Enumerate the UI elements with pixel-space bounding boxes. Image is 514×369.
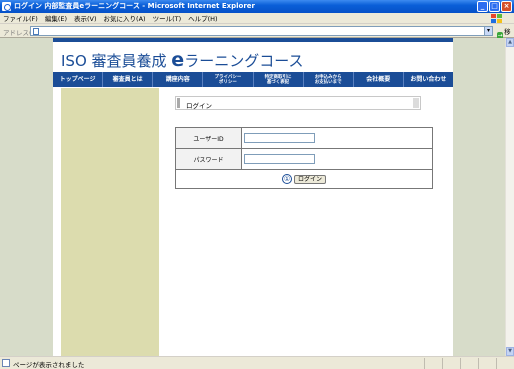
main-nav: トップページ 審査員とは 講座内容 プライバシー ポリシー 特定商取引に 基づく…	[53, 72, 453, 87]
ie-icon	[2, 2, 11, 11]
address-dropdown-icon[interactable]: ▾	[484, 26, 493, 36]
page-heading: ログイン	[186, 102, 212, 110]
nav-commercial-law[interactable]: 特定商取引に 基づく表記	[254, 72, 304, 87]
menu-help[interactable]: ヘルプ(H)	[188, 13, 217, 23]
status-text: ページが表示されました	[13, 361, 85, 369]
window-title-bar: ログイン 内部監査員eラーニングコース - Microsoft Internet…	[0, 0, 514, 13]
page-heading-box: ログイン	[175, 96, 421, 110]
maximize-button[interactable]: □	[489, 1, 500, 12]
nav-about-auditor[interactable]: 審査員とは	[103, 72, 154, 87]
minimize-button[interactable]: _	[477, 1, 488, 12]
header-strip	[53, 38, 453, 42]
browser-viewport: ISO 審査員養成 eラーニングコース トップページ 審査員とは 講座内容 プラ…	[0, 38, 514, 356]
heading-bar-left	[177, 98, 180, 108]
step-marker: ①	[282, 174, 293, 184]
site-title-e: e	[171, 49, 185, 71]
site-title-prefix: ISO 審査員養成	[61, 52, 172, 70]
nav-application-payment[interactable]: お申込みから お支払いまで	[304, 72, 354, 87]
password-input[interactable]	[244, 154, 315, 164]
nav-company[interactable]: 会社概要	[354, 72, 404, 87]
table-row: ① ログイン	[175, 169, 433, 189]
address-bar: アドレス(D) ▾ → 移動	[0, 24, 514, 46]
nav-contact[interactable]: お問い合わせ	[404, 72, 453, 87]
nav-privacy-policy[interactable]: プライバシー ポリシー	[203, 72, 254, 87]
menu-file[interactable]: ファイル(F)	[3, 13, 38, 23]
user-id-cell	[241, 127, 433, 149]
address-input[interactable]: ▾	[30, 26, 493, 36]
password-label: パスワード	[175, 148, 242, 170]
actions-cell: ① ログイン	[175, 169, 433, 189]
menu-favorites[interactable]: お気に入り(A)	[104, 13, 146, 23]
menu-bar: ファイル(F) 編集(E) 表示(V) お気に入り(A) ツール(T) ヘルプ(…	[0, 13, 514, 24]
password-cell	[241, 148, 433, 170]
page-status-icon	[2, 359, 10, 367]
vertical-scrollbar[interactable]: ▲ ▼	[505, 38, 514, 356]
web-page: ISO 審査員養成 eラーニングコース トップページ 審査員とは 講座内容 プラ…	[53, 38, 453, 356]
login-form: ユーザーID パスワード ① ログイン	[175, 127, 433, 189]
site-title-suffix: ラーニングコース	[184, 52, 304, 70]
left-sidebar	[61, 88, 159, 356]
menu-view[interactable]: 表示(V)	[74, 13, 97, 23]
close-button[interactable]: ×	[501, 1, 512, 12]
site-header: ISO 審査員養成 eラーニングコース	[53, 38, 453, 72]
status-bar: ページが表示されました	[0, 356, 514, 369]
windows-logo-icon	[489, 13, 503, 24]
login-button[interactable]: ログイン	[293, 174, 326, 184]
heading-bar-right	[413, 98, 419, 108]
scroll-down-icon[interactable]: ▼	[506, 347, 514, 356]
user-id-input[interactable]	[244, 133, 315, 143]
nav-top[interactable]: トップページ	[53, 72, 104, 87]
user-id-label: ユーザーID	[175, 127, 242, 149]
nav-course-content[interactable]: 講座内容	[153, 72, 204, 87]
menu-tools[interactable]: ツール(T)	[153, 13, 182, 23]
site-title[interactable]: ISO 審査員養成 eラーニングコース	[61, 49, 303, 71]
table-row: パスワード	[175, 148, 433, 170]
window-controls: _ □ ×	[477, 1, 512, 12]
table-row: ユーザーID	[175, 127, 433, 149]
menu-edit[interactable]: 編集(E)	[45, 13, 67, 23]
window-title: ログイン 内部監査員eラーニングコース - Microsoft Internet…	[14, 2, 256, 10]
scroll-up-icon[interactable]: ▲	[506, 38, 514, 47]
page-icon	[33, 28, 39, 35]
status-panels	[424, 358, 514, 369]
